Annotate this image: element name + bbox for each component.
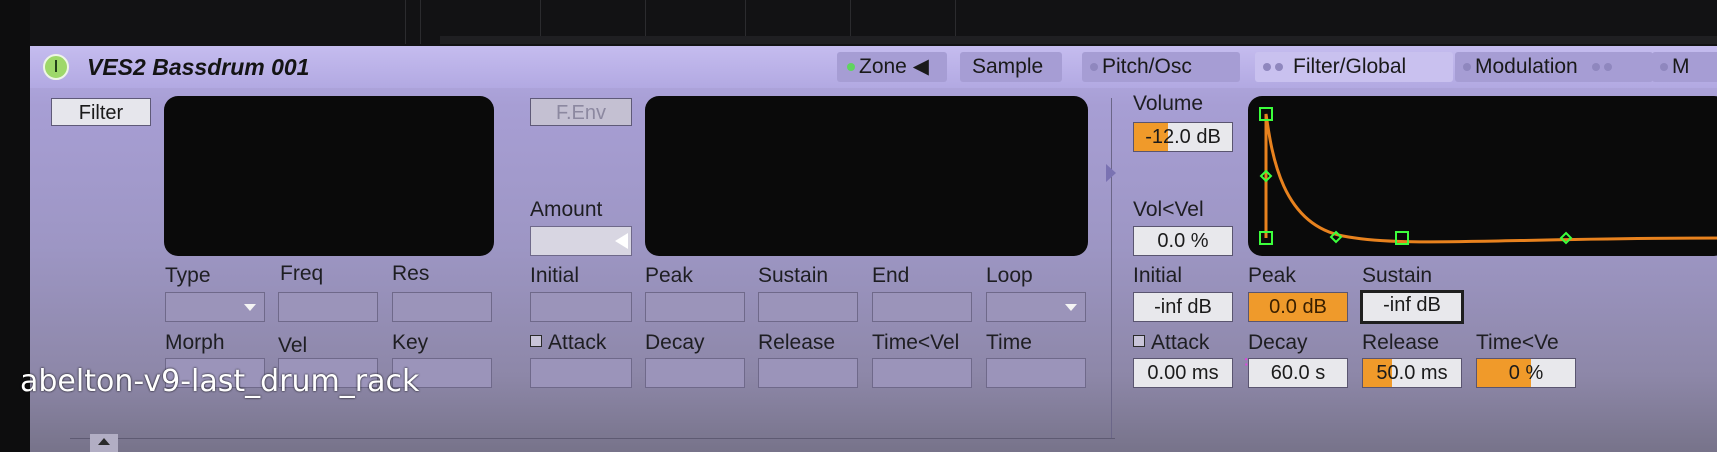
led-icon — [1263, 63, 1271, 71]
vol-vel-field[interactable]: 0.0 % — [1133, 226, 1233, 256]
fenv-release-field[interactable] — [758, 358, 858, 388]
tab-pitch-osc[interactable]: Pitch/Osc — [1082, 52, 1240, 82]
device-title-bar: VES2 Bassdrum 001 Zone ◀ Sample Pitch/Os… — [30, 46, 1717, 88]
filter-morph-label: Morph — [165, 331, 225, 354]
section-divider — [1111, 98, 1112, 438]
fenv-initial-label: Initial — [530, 264, 580, 287]
fenv-attack-label: Attack — [530, 331, 606, 355]
volume-field[interactable]: -12.0 dB — [1133, 122, 1233, 152]
amp-attack-field[interactable]: 0.00 ms — [1133, 358, 1233, 388]
filter-display — [164, 96, 494, 256]
filter-type-dropdown[interactable] — [165, 292, 265, 322]
amp-decay-field[interactable]: 60.0 s — [1248, 358, 1348, 388]
amp-peak-field[interactable]: 0.0 dB — [1248, 292, 1348, 322]
checkbox-icon[interactable] — [530, 335, 542, 347]
tab-zone[interactable]: Zone ◀ — [837, 52, 947, 82]
fenv-amount-slider[interactable] — [530, 226, 632, 256]
fenv-loop-label: Loop — [986, 264, 1033, 287]
led-icon — [1660, 63, 1668, 71]
fenv-time-vel-field[interactable] — [872, 358, 972, 388]
amp-initial-label: Initial — [1133, 264, 1183, 287]
amp-envelope-graph — [1259, 107, 1717, 245]
fenv-end-label: End — [872, 264, 910, 287]
fenv-decay-label: Decay — [645, 331, 705, 354]
zone-led-icon — [847, 63, 855, 71]
led-icon — [1591, 63, 1600, 71]
amp-initial-field[interactable]: -inf dB — [1133, 292, 1233, 322]
filter-freq-field[interactable] — [278, 292, 378, 322]
checkbox-icon[interactable] — [1133, 335, 1145, 347]
amp-decay-label: Decay — [1248, 331, 1308, 354]
fenv-time-field[interactable] — [986, 358, 1086, 388]
filter-envelope-display — [645, 96, 1088, 256]
led-icon — [1090, 63, 1098, 71]
device-title: VES2 Bassdrum 001 — [87, 54, 310, 80]
arrangement-area — [0, 0, 1717, 48]
filter-res-field[interactable] — [392, 292, 492, 322]
amp-release-field[interactable]: 50.0 ms — [1362, 358, 1462, 388]
fenv-peak-label: Peak — [645, 264, 693, 287]
video-caption: abelton-v9-last_drum_rack — [20, 364, 420, 399]
amp-release-label: Release — [1362, 331, 1440, 354]
tab-sample[interactable]: Sample — [960, 52, 1062, 82]
amp-sustain-label: Sustain — [1362, 264, 1433, 287]
amp-envelope-curve — [1264, 113, 1717, 244]
tab-modulation[interactable]: Modulation — [1455, 52, 1653, 82]
led-icon — [1603, 63, 1612, 71]
fenv-time-label: Time — [986, 331, 1032, 354]
filter-res-label: Res — [392, 262, 430, 285]
amp-envelope-display[interactable] — [1248, 96, 1717, 256]
vol-vel-label: Vol<Vel — [1133, 198, 1204, 221]
filter-vel-label: Vel — [278, 334, 308, 357]
led-icon — [1275, 63, 1283, 71]
amp-sustain-field[interactable]: -inf dB — [1360, 290, 1464, 324]
filter-type-label: Type — [165, 264, 211, 287]
fenv-sustain-field[interactable] — [758, 292, 858, 322]
amp-time-vel-field[interactable]: 0 % — [1476, 358, 1576, 388]
filter-key-label: Key — [392, 331, 429, 354]
fenv-decay-field[interactable] — [645, 358, 745, 388]
fenv-time-vel-label: Time<Vel — [872, 331, 960, 354]
fenv-peak-field[interactable] — [645, 292, 745, 322]
device-power-button[interactable] — [43, 54, 69, 80]
fenv-sustain-label: Sustain — [758, 264, 829, 287]
filter-freq-label: Freq — [280, 262, 324, 285]
filter-toggle-button[interactable]: Filter — [51, 98, 151, 126]
tab-more[interactable]: M — [1652, 52, 1717, 82]
filter-envelope-toggle-button[interactable]: F.Env — [530, 98, 632, 126]
volume-label: Volume — [1133, 92, 1204, 115]
expand-arrow-icon[interactable] — [1106, 164, 1116, 182]
amp-peak-label: Peak — [1248, 264, 1296, 287]
amp-time-vel-label: Time<Ve — [1476, 331, 1559, 354]
bottom-divider — [70, 438, 1115, 439]
fenv-end-field[interactable] — [872, 292, 972, 322]
fenv-attack-field[interactable] — [530, 358, 632, 388]
amp-attack-label: Attack — [1133, 331, 1209, 355]
fenv-initial-field[interactable] — [530, 292, 632, 322]
led-icon — [1463, 63, 1471, 71]
envelope-handle-release — [1559, 231, 1573, 245]
fenv-release-label: Release — [758, 331, 836, 354]
tab-filter-global[interactable]: Filter/Global — [1255, 52, 1453, 82]
scroll-up-button[interactable] — [90, 434, 118, 452]
fenv-amount-label: Amount — [530, 198, 603, 221]
fenv-loop-dropdown[interactable] — [986, 292, 1086, 322]
